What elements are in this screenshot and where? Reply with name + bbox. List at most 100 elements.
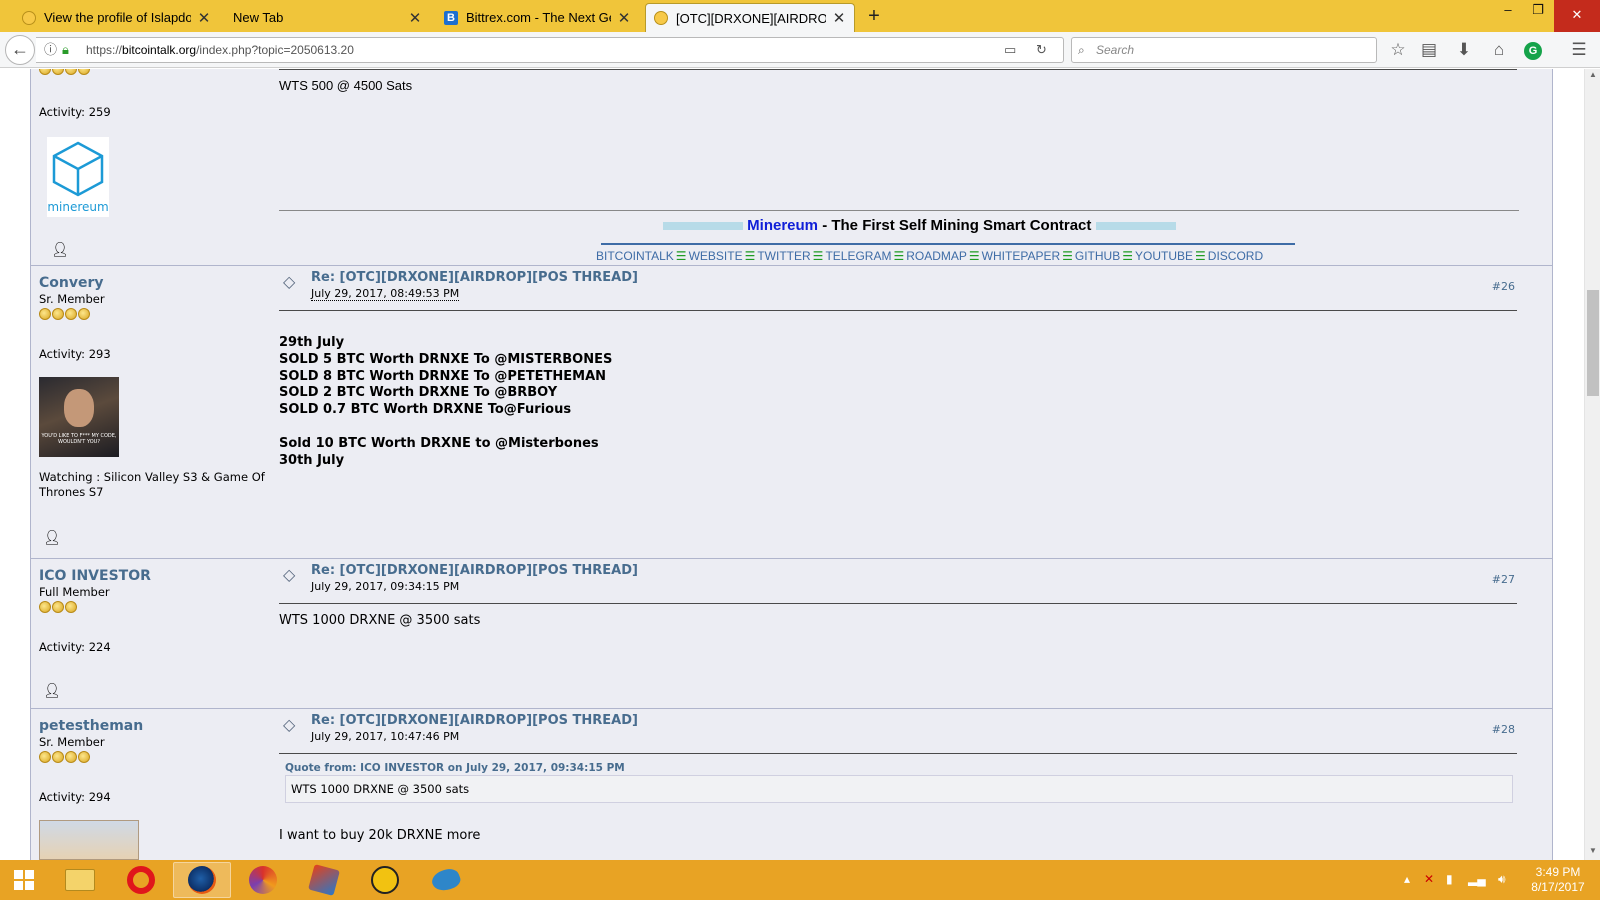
sig-link-website[interactable]: WEBSITE: [689, 249, 743, 263]
back-arrow-icon: ←: [11, 39, 29, 59]
post-26: Convery Sr. Member Activity: 293 YOU'D L…: [31, 266, 1552, 559]
browser-app-button[interactable]: [234, 862, 292, 898]
profile-icon[interactable]: 👤︎: [43, 683, 61, 699]
post-number[interactable]: #28: [1492, 723, 1515, 736]
signature-rule: [601, 243, 1295, 245]
library-icon[interactable]: ▤: [1418, 40, 1440, 62]
forum-thread: Activity: 259 minereum 👤︎ WTS 500 @ 4500…: [30, 69, 1553, 860]
scroll-up-icon[interactable]: ▲: [1585, 70, 1600, 79]
sig-link-telegram[interactable]: TELEGRAM: [825, 249, 891, 263]
sig-link-youtube[interactable]: YOUTUBE: [1135, 249, 1193, 263]
window-close-button[interactable]: ✕: [1554, 0, 1600, 34]
post-date: July 29, 2017, 08:49:53 PM: [311, 287, 460, 301]
tray-chevron-icon[interactable]: ▴: [1404, 872, 1410, 886]
tab-bittrex[interactable]: B Bittrex.com - The Next Gene ✕: [436, 3, 639, 32]
system-clock[interactable]: 3:49 PM 8/17/2017: [1520, 865, 1596, 895]
post-28: petestheman Sr. Member Activity: 294 ◇ R…: [31, 709, 1552, 860]
tab-profile[interactable]: View the profile of Islapdonk ✕: [14, 3, 219, 32]
quote-header[interactable]: Quote from: ICO INVESTOR on July 29, 201…: [285, 762, 625, 774]
home-icon[interactable]: ⌂: [1488, 40, 1510, 62]
close-icon[interactable]: ✕: [408, 9, 422, 27]
page-scrollbar[interactable]: ▲ ▼: [1584, 69, 1600, 860]
poster-username[interactable]: petestheman: [39, 718, 271, 734]
file-explorer-button[interactable]: [51, 862, 109, 898]
clock-time: 3:49 PM: [1535, 865, 1581, 879]
separator-icon: ☰: [812, 249, 824, 263]
sig-link-roadmap[interactable]: ROADMAP: [906, 249, 967, 263]
scrollbar-thumb[interactable]: [1587, 290, 1599, 396]
signature-brand[interactable]: Minereum: [747, 217, 818, 234]
paint-app-button[interactable]: [295, 862, 353, 898]
rank-stars: [39, 69, 271, 75]
close-icon[interactable]: ✕: [197, 9, 211, 27]
back-button[interactable]: ←: [5, 35, 35, 65]
sig-link-github[interactable]: GITHUB: [1075, 249, 1120, 263]
profile-icon[interactable]: 👤︎: [51, 242, 69, 258]
rank-stars: [39, 308, 271, 320]
sig-link-twitter[interactable]: TWITTER: [757, 249, 810, 263]
separator-icon: ☰: [675, 249, 687, 263]
search-input[interactable]: ⌕ Search: [1071, 37, 1377, 63]
download-icon[interactable]: ⬇: [1453, 40, 1475, 62]
decor-bar: [663, 222, 743, 231]
post-subject[interactable]: Re: [OTC][DRXONE][AIRDROP][POS THREAD]: [311, 270, 638, 285]
star-icon: [52, 69, 64, 75]
post-number[interactable]: #27: [1492, 573, 1515, 586]
battery-icon[interactable]: ▮: [1446, 872, 1453, 886]
opera-icon: [127, 866, 155, 894]
poster-rank: Full Member: [39, 585, 110, 599]
tab-new-tab[interactable]: New Tab ✕: [225, 3, 430, 32]
avatar[interactable]: YOU'D LIKE TO F*** MY CODE, WOULDN'T YOU…: [39, 377, 119, 457]
minimize-button[interactable]: –: [1496, 0, 1520, 22]
separator-icon: ☰: [968, 249, 980, 263]
firefox-icon: [188, 866, 216, 894]
poster-username[interactable]: ICO INVESTOR: [39, 568, 271, 584]
reader-view-icon[interactable]: ▭: [1004, 38, 1016, 62]
divider: [279, 69, 1517, 70]
post-number[interactable]: #26: [1492, 280, 1515, 293]
sig-link-bitcointalk[interactable]: BITCOINTALK: [596, 249, 674, 263]
post-body: WTS 500 @ 4500 Sats: [279, 78, 413, 93]
bird-app-button[interactable]: [417, 862, 475, 898]
start-button[interactable]: [0, 862, 48, 898]
close-icon[interactable]: ✕: [832, 9, 846, 27]
post-subject[interactable]: Re: [OTC][DRXONE][AIRDROP][POS THREAD]: [311, 563, 638, 578]
new-tab-button[interactable]: +: [862, 5, 886, 28]
post-line: Sold 10 BTC Worth DRXNE to @Misterbones: [279, 435, 599, 451]
firefox-button[interactable]: [173, 862, 231, 898]
reload-icon[interactable]: ↻: [1036, 38, 1047, 62]
bookmark-star-icon[interactable]: ☆: [1387, 40, 1409, 62]
scroll-down-icon[interactable]: ▼: [1585, 846, 1600, 855]
sig-link-whitepaper[interactable]: WHITEPAPER: [982, 249, 1060, 263]
windows-logo-icon: [14, 870, 34, 890]
signal-icon[interactable]: ▂▄: [1468, 872, 1486, 886]
search-icon: ⌕: [1078, 43, 1085, 57]
volume-icon[interactable]: 🔊︎: [1498, 872, 1506, 887]
avatar[interactable]: [39, 820, 139, 860]
page-viewport: Activity: 259 minereum 👤︎ WTS 500 @ 4500…: [0, 69, 1584, 860]
poster-rank: Sr. Member: [39, 735, 105, 749]
opera-button[interactable]: [112, 862, 170, 898]
restore-button[interactable]: ❐: [1526, 0, 1550, 22]
url-scheme: https://: [86, 43, 123, 57]
menu-icon[interactable]: ☰: [1568, 40, 1590, 62]
separator-icon: ☰: [744, 249, 756, 263]
star-icon: [78, 308, 90, 320]
grammarly-extension-icon[interactable]: G: [1524, 42, 1542, 60]
post-subject[interactable]: Re: [OTC][DRXONE][AIRDROP][POS THREAD]: [311, 713, 638, 728]
profile-icon[interactable]: 👤︎: [43, 530, 61, 546]
minereum-logo[interactable]: minereum: [47, 137, 109, 217]
info-icon[interactable]: ⓘ: [44, 38, 57, 62]
close-icon[interactable]: ✕: [617, 9, 631, 27]
media-app-button[interactable]: [356, 862, 414, 898]
url-bar[interactable]: ⓘ 🔒︎ https://bitcointalk.org/index.php?t…: [36, 37, 1064, 63]
poster-username[interactable]: Convery: [39, 275, 271, 291]
sig-link-discord[interactable]: DISCORD: [1208, 249, 1263, 263]
app-icon: [249, 866, 277, 894]
network-warning-icon[interactable]: ✕: [1424, 872, 1434, 886]
post-subject-icon: ◇: [283, 272, 296, 291]
separator-icon: ☰: [1122, 249, 1133, 263]
rank-stars: [39, 601, 271, 613]
tab-otc-thread[interactable]: [OTC][DRXONE][AIRDROP][ ✕: [645, 3, 855, 32]
activity-count: Activity: 259: [39, 105, 111, 119]
